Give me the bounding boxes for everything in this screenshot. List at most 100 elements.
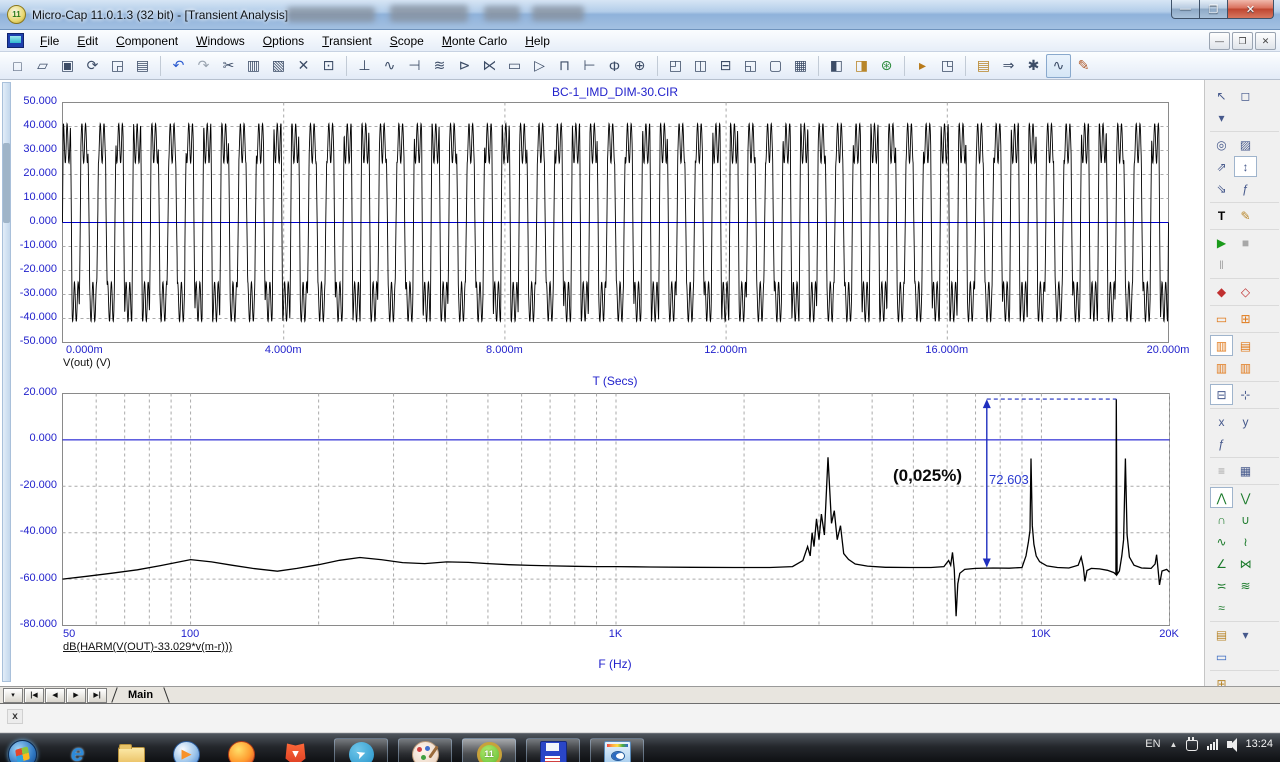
tag-left-icon[interactable]: ≡: [1210, 460, 1233, 481]
diode-icon[interactable]: ⊳: [452, 54, 477, 78]
close-button[interactable]: ✕: [1228, 0, 1274, 19]
next-page-button[interactable]: ▶: [66, 687, 86, 703]
save-icon[interactable]: ▣: [55, 54, 80, 78]
ground-icon[interactable]: ⊥: [352, 54, 377, 78]
menu-item-help[interactable]: Help: [516, 32, 559, 50]
menu-item-file[interactable]: File: [31, 32, 68, 50]
low-icon[interactable]: ∪: [1234, 509, 1257, 530]
overlap-icon[interactable]: ◱: [738, 54, 763, 78]
plot-properties-icon[interactable]: ▨: [1234, 134, 1257, 155]
horizontal-cursor-icon[interactable]: ⊟: [1210, 384, 1233, 405]
cut-icon[interactable]: ✂: [216, 54, 241, 78]
formula-icon[interactable]: ƒ: [1234, 178, 1257, 199]
floppy-taskbar-button[interactable]: [526, 738, 580, 762]
language-indicator[interactable]: EN: [1145, 738, 1160, 750]
redo-icon[interactable]: ↷: [191, 54, 216, 78]
round-icon[interactable]: ≀: [1234, 531, 1257, 552]
network-icon[interactable]: [1207, 738, 1219, 750]
valley-icon[interactable]: ⋁: [1234, 487, 1257, 508]
global-low-icon[interactable]: ≈: [1210, 597, 1233, 618]
child-window-icon[interactable]: [7, 33, 24, 48]
scale-vertical-icon[interactable]: ↕: [1234, 156, 1257, 177]
cursor-tracker-icon[interactable]: ⊹: [1234, 384, 1257, 405]
select-region-icon[interactable]: ⊡: [316, 54, 341, 78]
go-to-icon[interactable]: ⇒: [996, 54, 1021, 78]
clock[interactable]: 13:24: [1245, 738, 1273, 751]
high-icon[interactable]: ∩: [1210, 509, 1233, 530]
prev-page-button[interactable]: ◀: [45, 687, 65, 703]
app-icon[interactable]: 11: [7, 5, 26, 24]
shape-editor-icon[interactable]: ◨: [849, 54, 874, 78]
peak-icon[interactable]: ⋀: [1210, 487, 1233, 508]
preferences-icon[interactable]: ▤: [971, 54, 996, 78]
paint-taskbar-button[interactable]: [398, 738, 452, 762]
last-page-button[interactable]: ▶|: [87, 687, 107, 703]
tokens-3-icon[interactable]: ▥: [1210, 357, 1233, 378]
menu-item-edit[interactable]: Edit: [68, 32, 107, 50]
current-source-icon[interactable]: ⊕: [627, 54, 652, 78]
clipboard-dropdown-icon[interactable]: ▾: [1234, 624, 1257, 645]
data-point-mode-icon[interactable]: ◆: [1210, 281, 1233, 302]
shape-tool-icon[interactable]: ◻: [1234, 85, 1257, 106]
child-close-button[interactable]: ✕: [1255, 32, 1276, 50]
tab-main[interactable]: Main: [118, 687, 163, 703]
buffer-icon[interactable]: ▷: [527, 54, 552, 78]
menu-item-scope[interactable]: Scope: [381, 32, 433, 50]
transistor-icon[interactable]: ⋉: [477, 54, 502, 78]
analysis-plot-icon[interactable]: ∿: [1046, 53, 1071, 78]
mc-taskbar-button[interactable]: 11: [462, 738, 516, 762]
tokens-1-icon[interactable]: ▥: [1210, 335, 1233, 356]
calculator-icon[interactable]: ▦: [788, 54, 813, 78]
menu-item-component[interactable]: Component: [107, 32, 187, 50]
crossing-icon[interactable]: ⋈: [1234, 553, 1257, 574]
tokens-4-icon[interactable]: ▥: [1234, 357, 1257, 378]
wire-icon[interactable]: ⊢: [577, 54, 602, 78]
firefox-icon[interactable]: [228, 740, 255, 762]
transient-plot[interactable]: [62, 102, 1169, 343]
new-icon[interactable]: □: [5, 54, 30, 78]
web-icon[interactable]: ⊛: [874, 54, 899, 78]
menu-item-transient[interactable]: Transient: [313, 32, 381, 50]
tray-expand-icon[interactable]: ▲: [1170, 740, 1178, 749]
page-menu-button[interactable]: ▾: [3, 687, 23, 703]
data-label-mode-icon[interactable]: ◇: [1234, 281, 1257, 302]
run-icon[interactable]: ▶: [1210, 232, 1233, 253]
start-icon[interactable]: [8, 739, 37, 762]
capacitor-icon[interactable]: ⊣: [402, 54, 427, 78]
tokens-2-icon[interactable]: ▤: [1234, 335, 1257, 356]
slope-icon[interactable]: ∠: [1210, 553, 1233, 574]
maximize-button[interactable]: ❐: [1200, 0, 1228, 19]
scrollbar-thumb[interactable]: [3, 143, 10, 223]
folder-icon[interactable]: [118, 744, 145, 762]
viewer-taskbar-button[interactable]: [590, 738, 644, 762]
tag-mode-icon[interactable]: ✎: [1234, 205, 1257, 226]
go-to-performance-icon[interactable]: ƒ: [1210, 433, 1233, 454]
text-page-icon[interactable]: ▭: [1210, 646, 1233, 667]
go-to-x-icon[interactable]: x: [1210, 411, 1233, 432]
data-points-icon[interactable]: ⊞: [1234, 308, 1257, 329]
pause-icon[interactable]: ‖: [1210, 254, 1233, 275]
scale-curve-icon[interactable]: ⇘: [1210, 178, 1233, 199]
resistor-icon[interactable]: ∿: [377, 54, 402, 78]
menu-item-options[interactable]: Options: [254, 32, 313, 50]
child-minimize-button[interactable]: —: [1209, 32, 1230, 50]
pulse-source-icon[interactable]: ⊓: [552, 54, 577, 78]
copy-to-clipboard-icon[interactable]: ▤: [1210, 624, 1233, 645]
undo-icon[interactable]: ↶: [166, 54, 191, 78]
voltage-source-icon[interactable]: Φ: [602, 54, 627, 78]
ic-icon[interactable]: ▭: [502, 54, 527, 78]
spectrum-plot[interactable]: [62, 393, 1170, 626]
annotate-icon[interactable]: ✎: [1071, 54, 1096, 78]
power-icon[interactable]: [1186, 737, 1199, 751]
maximize-window-icon[interactable]: ▢: [763, 54, 788, 78]
minimize-button[interactable]: —: [1171, 0, 1200, 19]
paste-icon[interactable]: ▧: [266, 54, 291, 78]
distortion-annotation-label[interactable]: (0,025%): [828, 466, 962, 486]
volume-icon[interactable]: [1227, 737, 1238, 752]
measurement-value[interactable]: 72.603: [989, 472, 1029, 487]
level-icon[interactable]: ≍: [1210, 575, 1233, 596]
global-high-icon[interactable]: ≋: [1234, 575, 1257, 596]
scope-window-icon[interactable]: ◳: [935, 54, 960, 78]
wmp-icon[interactable]: ▶: [173, 740, 200, 762]
first-page-button[interactable]: |◀: [24, 687, 44, 703]
